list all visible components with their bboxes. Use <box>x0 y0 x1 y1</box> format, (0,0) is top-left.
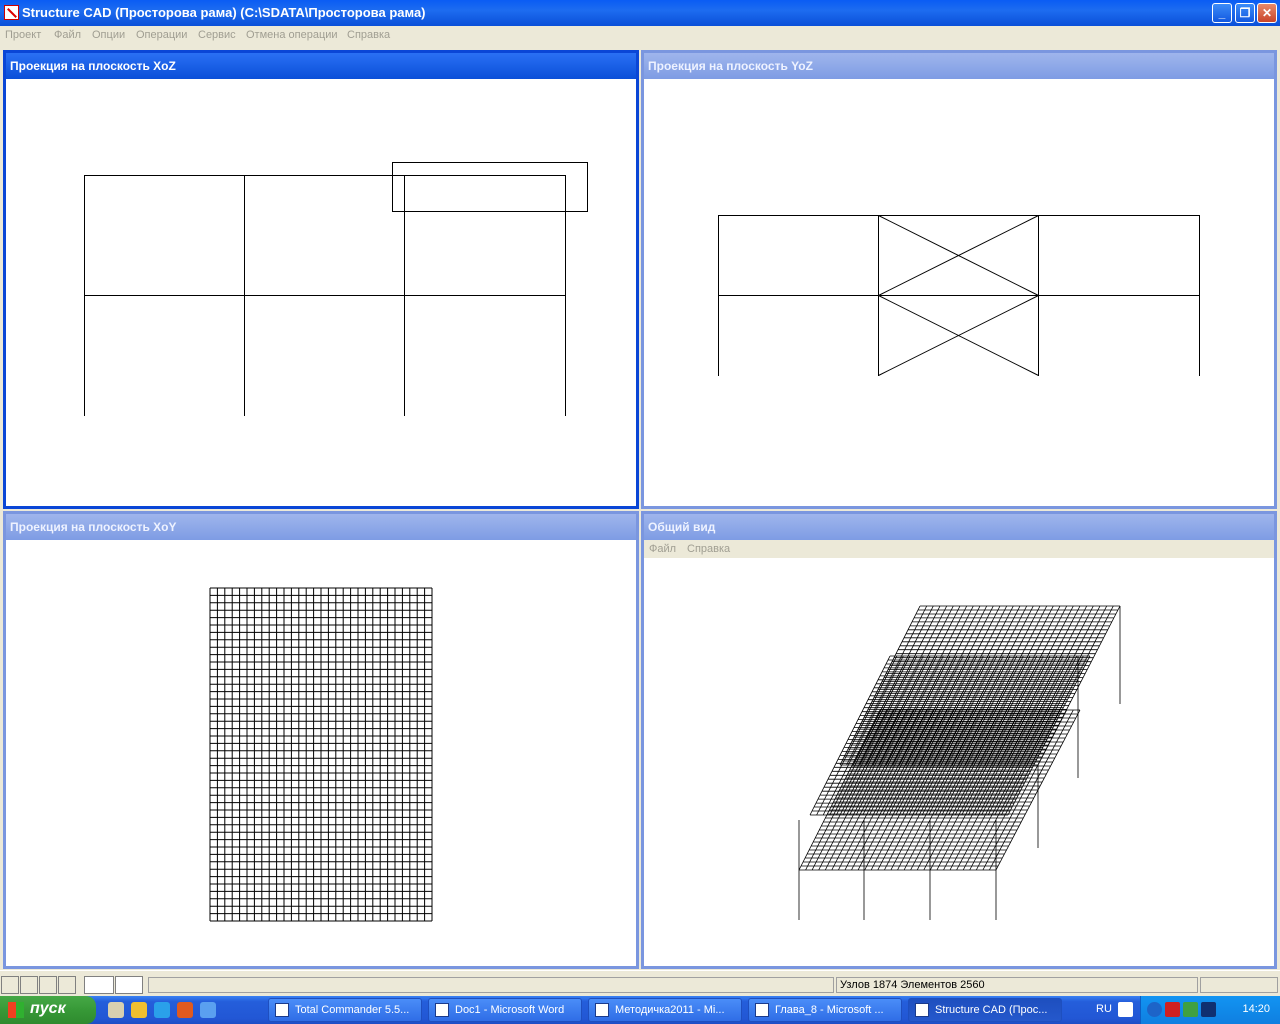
windows-flag-icon <box>8 1002 24 1018</box>
task-label: Structure CAD (Прос... <box>935 1004 1048 1016</box>
view-center-icon[interactable] <box>39 976 57 994</box>
browser-icon[interactable] <box>177 1002 193 1018</box>
general-menu-file[interactable]: Файл <box>649 543 676 555</box>
view-tile-icon[interactable] <box>1 976 19 994</box>
iso-wireframe <box>798 605 1121 920</box>
general-view-menu: Файл Справка <box>644 540 1274 558</box>
status-bar: Узлов 1874 Элементов 2560 <box>0 970 1280 996</box>
general-menu-help[interactable]: Справка <box>687 543 730 555</box>
view-grid-icon[interactable] <box>58 976 76 994</box>
panel-xoz-title: Проекция на плоскость XoZ <box>6 53 636 79</box>
task-label: Doc1 - Microsoft Word <box>455 1004 565 1016</box>
panel-general-view[interactable]: Общий вид Файл Справка <box>641 511 1277 969</box>
restore-button[interactable]: ❐ <box>1235 3 1255 23</box>
task-metodichka[interactable]: Методичка2011 - Mi... <box>588 998 742 1022</box>
task-glava8[interactable]: Глава_8 - Microsoft ... <box>748 998 902 1022</box>
panel-general-title: Общий вид <box>644 514 1274 540</box>
clock: 14:20 <box>1242 1003 1270 1015</box>
status-field-left <box>148 977 834 993</box>
task-total-commander[interactable]: Total Commander 5.5... <box>268 998 422 1022</box>
task-label: Глава_8 - Microsoft ... <box>775 1004 884 1016</box>
structure-cad-icon <box>915 1003 929 1017</box>
taskbar: пуск Total Commander 5.5... Doc1 - Micro… <box>0 996 1280 1024</box>
menu-undo[interactable]: Отмена операции <box>246 29 338 41</box>
task-structure-cad[interactable]: Structure CAD (Прос... <box>908 998 1062 1022</box>
show-desktop-icon[interactable] <box>108 1002 124 1018</box>
help-icon[interactable] <box>84 976 114 994</box>
xoy-plan-grid <box>209 587 433 922</box>
word-icon <box>755 1003 769 1017</box>
language-indicator[interactable]: RU <box>1096 1003 1112 1015</box>
antivirus-icon[interactable] <box>1165 1002 1180 1017</box>
quicklaunch-icon[interactable] <box>131 1002 147 1018</box>
menu-project[interactable]: Проект <box>5 29 41 41</box>
status-field-right <box>1200 977 1278 993</box>
task-label: Total Commander 5.5... <box>295 1004 410 1016</box>
menu-options[interactable]: Опции <box>92 29 125 41</box>
menu-operations[interactable]: Операции <box>136 29 187 41</box>
panel-xoy-title: Проекция на плоскость XoY <box>6 514 636 540</box>
start-label: пуск <box>30 1000 66 1017</box>
xoz-selection-box <box>392 162 588 212</box>
xoy-grid-lines <box>209 587 433 922</box>
minimize-button[interactable]: _ <box>1212 3 1232 23</box>
structure-cad-icon <box>4 5 19 20</box>
quicklaunch-ie-icon[interactable] <box>200 1002 216 1018</box>
window-title: Structure CAD (Просторова рама) (C:\SDAT… <box>22 5 426 20</box>
start-button[interactable]: пуск <box>0 996 96 1024</box>
network-icon[interactable] <box>1183 1002 1198 1017</box>
status-nodes-elements: Узлов 1874 Элементов 2560 <box>836 977 1198 993</box>
panel-yoz-title: Проекция на плоскость YoZ <box>644 53 1274 79</box>
menu-help[interactable]: Справка <box>347 29 390 41</box>
tray-app-icon[interactable] <box>1201 1002 1216 1017</box>
view-zoom-icon[interactable] <box>20 976 38 994</box>
yoz-frame <box>718 215 1200 376</box>
window-titlebar[interactable]: Structure CAD (Просторова рама) (C:\SDAT… <box>0 0 1280 26</box>
general-3d-drawing[interactable] <box>644 558 1274 984</box>
internet-explorer-icon[interactable] <box>154 1002 170 1018</box>
tray-arrow-icon[interactable] <box>1147 1002 1162 1017</box>
xoy-drawing[interactable] <box>6 540 636 966</box>
yoz-drawing[interactable] <box>644 79 1274 506</box>
task-label: Методичка2011 - Mi... <box>615 1004 725 1016</box>
panel-yoz[interactable]: Проекция на плоскость YoZ <box>641 50 1277 509</box>
menu-service[interactable]: Сервис <box>198 29 236 41</box>
word-icon <box>435 1003 449 1017</box>
system-tray: 14:20 <box>1140 996 1280 1024</box>
xoz-drawing[interactable] <box>6 79 636 506</box>
word-icon <box>595 1003 609 1017</box>
help-context-icon[interactable] <box>115 976 143 994</box>
close-button[interactable]: ✕ <box>1257 3 1277 23</box>
menu-bar: Проект Файл Опции Операции Сервис Отмена… <box>0 26 1280 46</box>
panel-xoz[interactable]: Проекция на плоскость XoZ <box>3 50 639 509</box>
task-doc1-word[interactable]: Doc1 - Microsoft Word <box>428 998 582 1022</box>
total-commander-icon <box>275 1003 289 1017</box>
panel-xoy[interactable]: Проекция на плоскость XoY <box>3 511 639 969</box>
help-tray-icon[interactable] <box>1118 1002 1133 1017</box>
menu-file[interactable]: Файл <box>54 29 81 41</box>
